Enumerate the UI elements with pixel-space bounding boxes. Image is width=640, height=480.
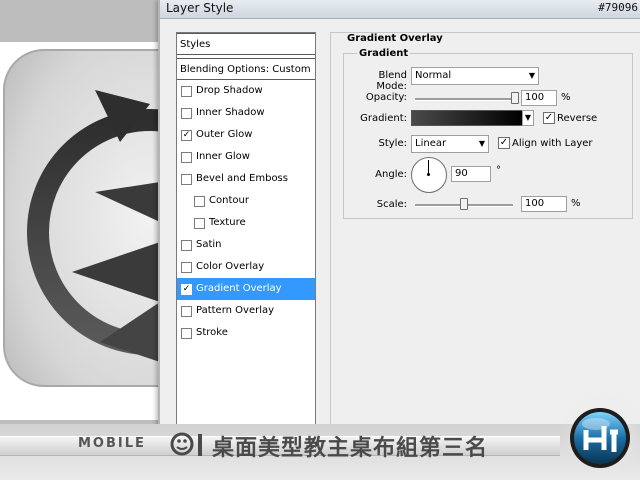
blending-options-item[interactable]: Blending Options: Custom <box>177 58 315 80</box>
style-item-checkbox[interactable] <box>181 86 192 97</box>
gradient-overlay-panel: Gradient Overlay Gradient Blend Mode: No… <box>330 32 640 426</box>
style-item[interactable]: ✓ Outer Glow <box>177 124 315 146</box>
icon-artwork <box>3 49 160 387</box>
styles-header-label: Styles <box>180 39 211 50</box>
style-item-label: Inner Glow <box>196 151 250 162</box>
opacity-label: Opacity: <box>365 92 407 103</box>
layer-style-dialog: Layer Style #79096 Styles Blending Optio… <box>158 0 640 432</box>
style-item-label: Texture <box>209 217 246 228</box>
style-item-label: Satin <box>196 239 222 250</box>
watermark-bar: MOBILE 桌面美型教主桌布組第三名 <box>0 424 640 480</box>
reverse-label: Reverse <box>557 113 598 124</box>
style-item-checkbox[interactable]: ✓ <box>181 284 192 295</box>
blend-mode-select[interactable]: Normal ▼ <box>411 67 539 85</box>
style-item[interactable]: Inner Shadow <box>177 102 315 124</box>
style-select[interactable]: Linear ▼ <box>411 135 489 153</box>
style-item-checkbox[interactable] <box>181 306 192 317</box>
scale-input[interactable]: 100 <box>521 196 567 212</box>
align-layer-label: Align with Layer <box>512 138 593 149</box>
color-code: #79096 <box>598 1 638 14</box>
angle-dial-center <box>427 173 430 176</box>
style-item-label: Inner Shadow <box>196 107 265 118</box>
style-item-checkbox[interactable] <box>181 328 192 339</box>
angle-value: 90 <box>455 168 468 179</box>
blend-mode-value: Normal <box>415 70 452 81</box>
dialog-titlebar[interactable]: Layer Style #79096 <box>160 0 640 19</box>
opacity-unit: % <box>561 92 571 103</box>
style-item[interactable]: Stroke <box>177 322 315 344</box>
style-item[interactable]: Bevel and Emboss <box>177 168 315 190</box>
chevron-down-icon: ▼ <box>524 113 532 122</box>
style-item-label: Bevel and Emboss <box>196 173 288 184</box>
style-item-label: Stroke <box>196 327 228 338</box>
style-item[interactable]: Color Overlay <box>177 256 315 278</box>
opacity-value: 100 <box>525 92 545 103</box>
opacity-slider-track[interactable] <box>415 98 515 101</box>
blending-options-label: Blending Options: Custom <box>180 64 311 75</box>
angle-dial[interactable] <box>411 157 447 193</box>
panel-title: Gradient Overlay <box>347 33 443 44</box>
align-layer-checkbox[interactable]: ✓ <box>498 137 510 149</box>
brand-text: MOBILE <box>78 436 146 451</box>
styles-list: Styles Blending Options: Custom Drop Sha… <box>176 32 316 426</box>
style-item-checkbox[interactable] <box>181 174 192 185</box>
style-item-checkbox[interactable] <box>181 262 192 273</box>
gradient-label: Gradient: <box>360 113 407 124</box>
dialog-title: Layer Style <box>166 1 234 15</box>
style-item-label: Pattern Overlay <box>196 305 275 316</box>
style-item-label: Gradient Overlay <box>196 283 282 294</box>
style-value: Linear <box>415 138 447 149</box>
style-item[interactable]: Inner Glow <box>177 146 315 168</box>
canvas-area[interactable] <box>0 0 160 430</box>
reverse-checkbox[interactable]: ✓ <box>543 112 555 124</box>
style-item-checkbox[interactable] <box>194 218 205 229</box>
style-item[interactable]: Drop Shadow <box>177 80 315 102</box>
scale-slider-thumb[interactable] <box>460 198 468 210</box>
style-item[interactable]: Contour <box>177 190 315 212</box>
opacity-input[interactable]: 100 <box>521 90 557 106</box>
scale-value: 100 <box>525 198 545 209</box>
scale-label: Scale: <box>376 199 407 210</box>
site-name: 桌面美型教主桌布組第三名 <box>212 436 489 461</box>
style-item-label: Outer Glow <box>196 129 253 140</box>
style-item-checkbox[interactable] <box>194 196 205 207</box>
style-item-checkbox[interactable]: ✓ <box>181 130 192 141</box>
chevron-down-icon: ▼ <box>478 139 485 148</box>
angle-unit: ° <box>496 165 501 176</box>
style-item-label: Drop Shadow <box>196 85 263 96</box>
style-item[interactable]: ✓ Gradient Overlay <box>177 278 315 300</box>
style-item-label: Contour <box>209 195 249 206</box>
style-item-checkbox[interactable] <box>181 240 192 251</box>
style-item[interactable]: Pattern Overlay <box>177 300 315 322</box>
angle-label: Angle: <box>375 169 407 180</box>
styles-header-item[interactable]: Styles <box>177 33 315 55</box>
style-item-checkbox[interactable] <box>181 152 192 163</box>
brand-logo-icon <box>170 432 202 456</box>
style-item-checkbox[interactable] <box>181 108 192 119</box>
check-icon: ✓ <box>544 112 554 123</box>
gradient-picker-button[interactable]: ▼ <box>522 110 534 126</box>
style-item-label: Color Overlay <box>196 261 265 272</box>
check-icon: ✓ <box>499 137 509 148</box>
site-logo-icon <box>560 392 640 480</box>
group-title: Gradient <box>357 48 411 59</box>
style-item[interactable]: Satin <box>177 234 315 256</box>
style-label: Style: <box>378 138 408 149</box>
scale-unit: % <box>571 198 581 209</box>
blend-mode-label: Blend Mode: <box>376 70 407 92</box>
angle-input[interactable]: 90 <box>451 166 491 182</box>
chevron-down-icon: ▼ <box>528 71 535 80</box>
style-item[interactable]: Texture <box>177 212 315 234</box>
opacity-slider-thumb[interactable] <box>511 92 519 104</box>
gradient-preview[interactable] <box>411 110 523 126</box>
